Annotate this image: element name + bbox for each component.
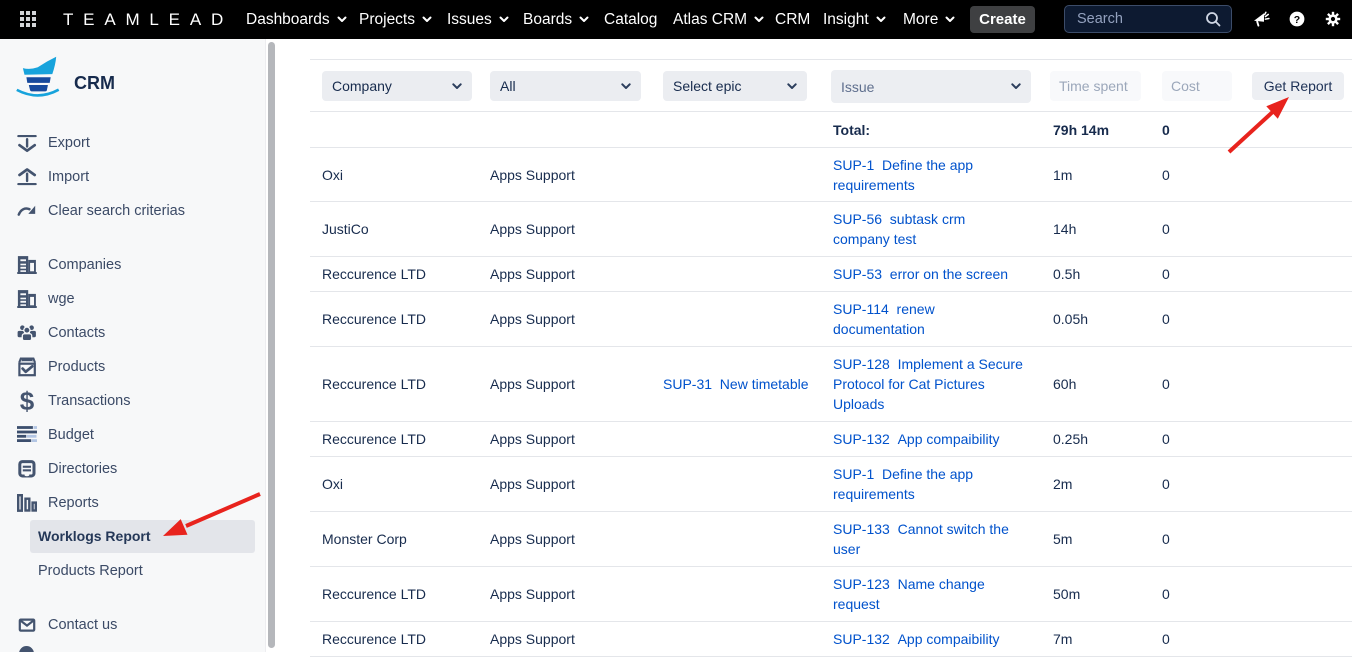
svg-text:?: ? — [1294, 14, 1300, 26]
